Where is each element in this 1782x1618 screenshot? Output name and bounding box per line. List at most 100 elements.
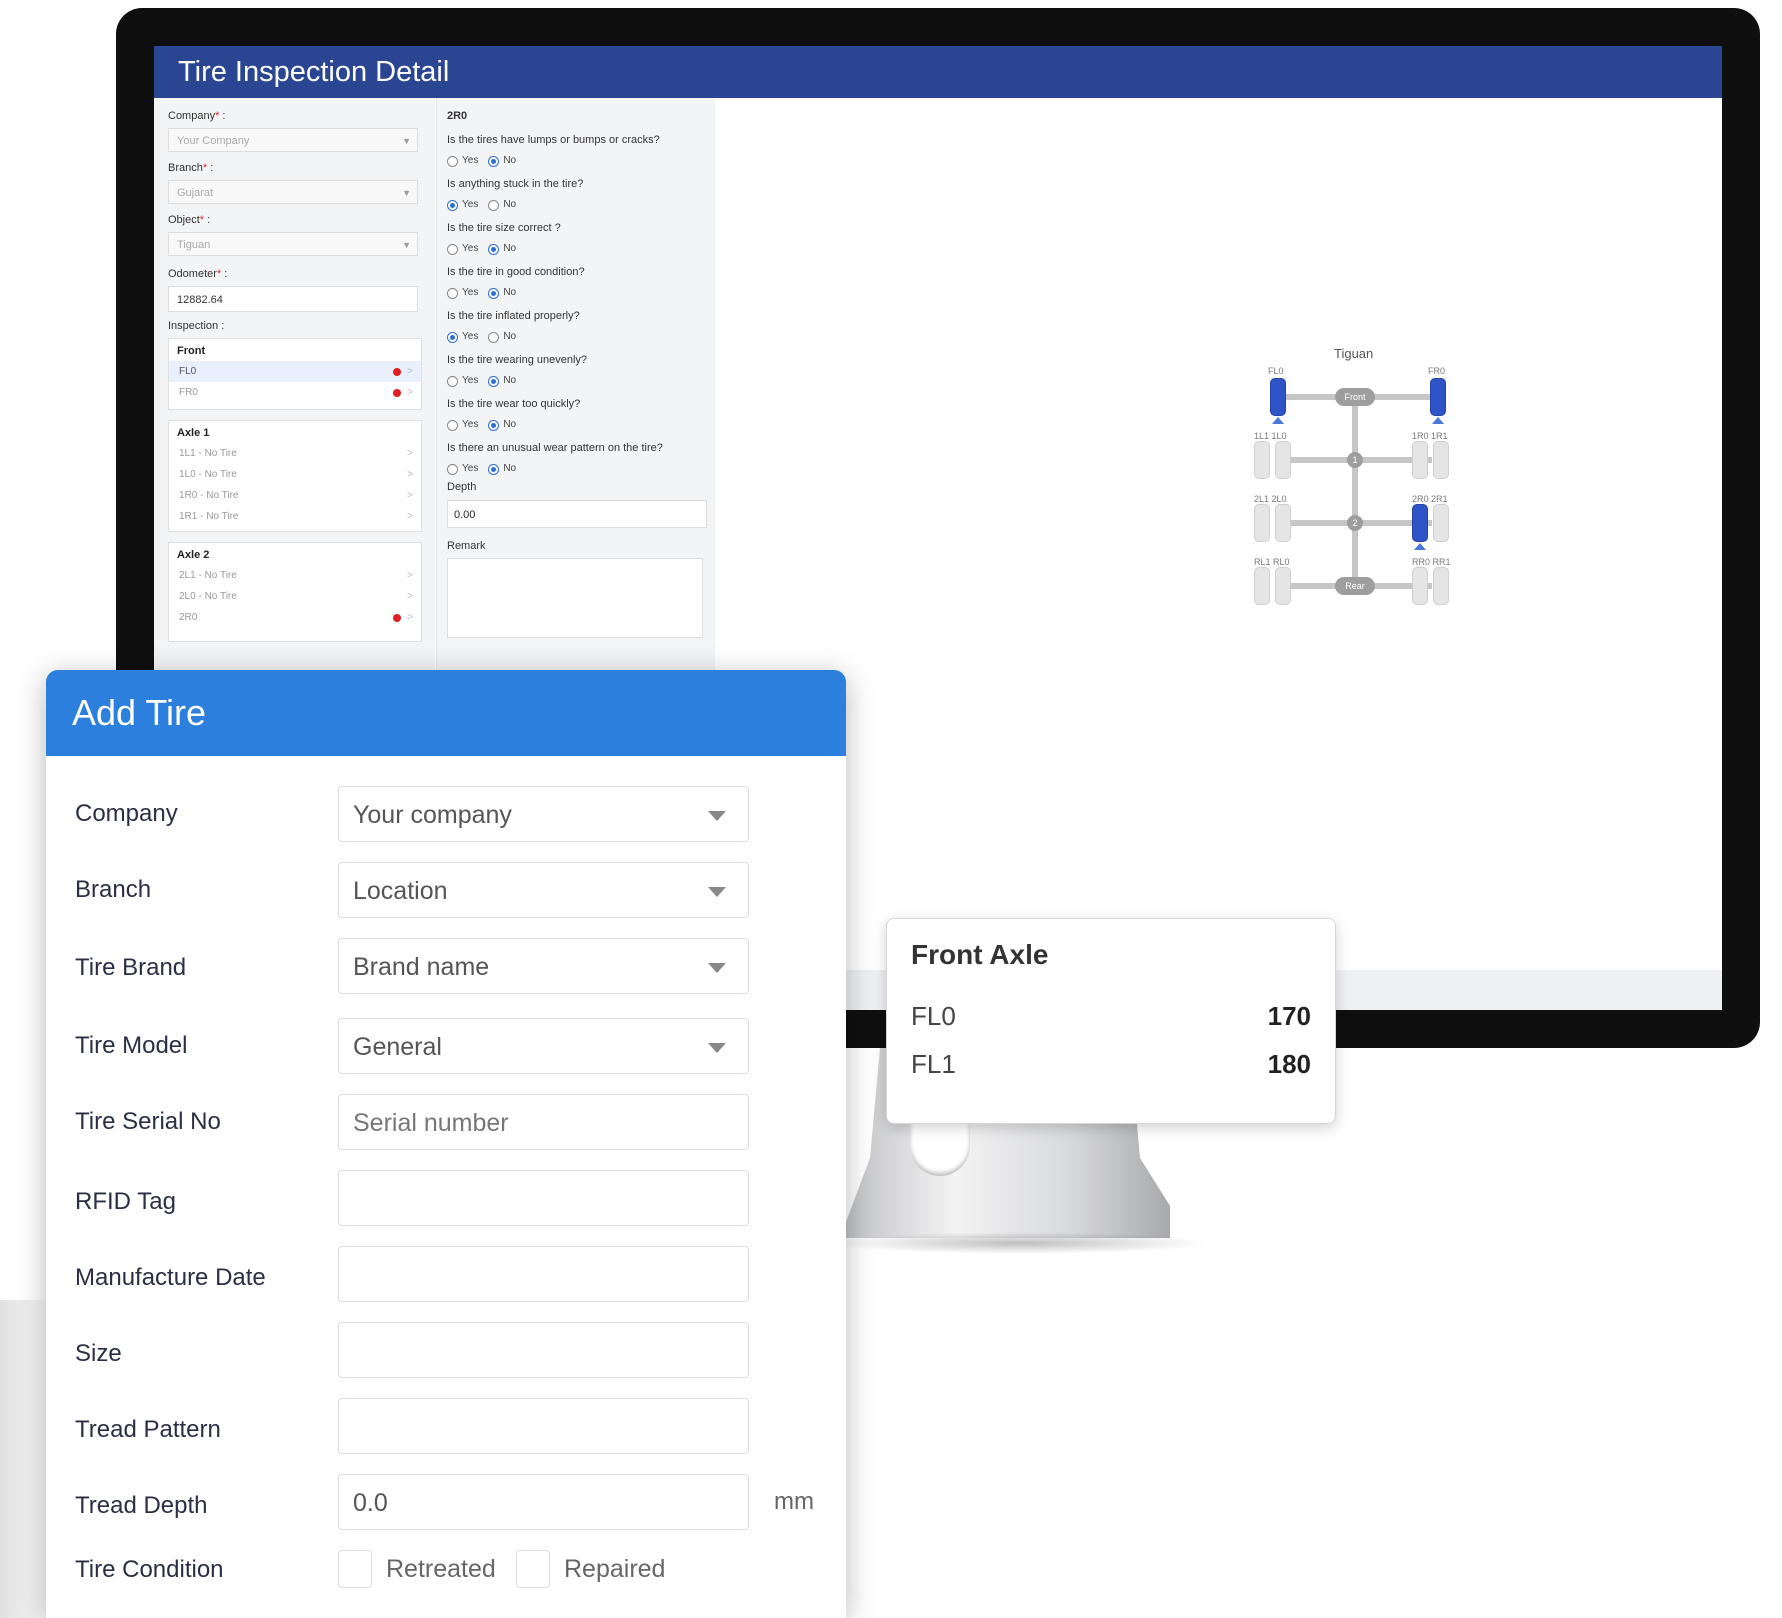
answer-radio-group: Yes No: [447, 238, 709, 260]
odometer-input[interactable]: 12882.64: [168, 286, 418, 312]
chevron-right-icon: >: [407, 511, 413, 522]
group-front: Front FL0 > FR0 >: [168, 338, 422, 410]
tread-pattern-input[interactable]: [338, 1398, 749, 1454]
no-radio[interactable]: [488, 243, 500, 255]
chevron-right-icon: >: [407, 469, 413, 480]
depth-label: Depth: [447, 481, 477, 493]
list-item[interactable]: 1L0 - No Tire >: [169, 464, 421, 485]
list-item[interactable]: 1L1 - No Tire >: [169, 443, 421, 464]
remark-label: Remark: [447, 540, 486, 552]
tire-rl0[interactable]: [1275, 567, 1291, 605]
chevron-down-icon: [708, 963, 726, 973]
inspection-question: Is anything stuck in the tire? Yes No: [447, 174, 709, 216]
answer-radio-group: Yes No: [447, 458, 709, 480]
company-dropdown[interactable]: Your company: [338, 786, 749, 842]
no-radio-label: No: [503, 287, 517, 298]
tire-1l0[interactable]: [1275, 441, 1291, 479]
repaired-label: Repaired: [564, 1555, 666, 1583]
add-tire-title: Add Tire: [46, 670, 846, 756]
tire-2l1[interactable]: [1254, 504, 1270, 542]
chevron-down-icon: [708, 887, 726, 897]
branch-select[interactable]: Gujarat ▼: [168, 180, 418, 204]
object-label: Object* :: [168, 214, 211, 226]
front-pill: Front: [1335, 388, 1375, 406]
no-radio-label: No: [503, 243, 517, 254]
answer-radio-group: Yes No: [447, 194, 709, 216]
diagram-label-fr0: FR0: [1428, 366, 1446, 376]
remark-textarea[interactable]: [447, 558, 703, 638]
list-item[interactable]: 1R0 - No Tire >: [169, 485, 421, 506]
yes-radio[interactable]: [447, 375, 458, 387]
tire-brand-dropdown[interactable]: Brand name: [338, 938, 749, 994]
no-radio[interactable]: [488, 199, 500, 211]
yes-radio[interactable]: [447, 331, 458, 343]
alert-dot-icon: [393, 614, 401, 622]
repaired-checkbox[interactable]: [516, 1550, 550, 1588]
tire-fr0[interactable]: [1430, 378, 1446, 416]
answer-radio-group: Yes No: [447, 150, 709, 172]
yes-radio[interactable]: [447, 419, 458, 431]
no-radio[interactable]: [488, 287, 500, 299]
question-text: Is the tire inflated properly?: [447, 310, 580, 322]
depth-input[interactable]: 0.00: [447, 500, 707, 528]
branch-dropdown[interactable]: Location: [338, 862, 749, 918]
yes-radio-label: Yes: [462, 419, 479, 430]
tire-rr1[interactable]: [1433, 567, 1449, 605]
chevron-down-icon: ▼: [402, 188, 411, 198]
inspection-question: Is there an unusual wear pattern on the …: [447, 438, 709, 480]
diagram-label-rear-right: RR0 RR1: [1412, 557, 1451, 567]
front-axle-card: Front Axle FL0 170 FL1 180: [886, 918, 1336, 1124]
tread-depth-unit: mm: [774, 1488, 814, 1515]
list-item[interactable]: FL0 >: [169, 361, 421, 382]
axle-row: FL0 170: [911, 1001, 1311, 1031]
tire-1l1[interactable]: [1254, 441, 1270, 479]
retreated-checkbox[interactable]: [338, 1550, 372, 1588]
yes-radio[interactable]: [447, 243, 458, 255]
tire-rr0[interactable]: [1412, 567, 1428, 605]
tire-model-dropdown[interactable]: General: [338, 1018, 749, 1074]
no-radio[interactable]: [488, 331, 500, 343]
list-item[interactable]: 2L1 - No Tire >: [169, 565, 421, 586]
company-field-label: Company: [75, 800, 178, 827]
diagram-label-rear-left: RL1 RL0: [1254, 557, 1290, 567]
tire-2r0[interactable]: [1412, 504, 1428, 542]
tire-layout-diagram: Tiguan FL0 FR0 Front 1L1 1L0 1R0 1R1 1 2…: [1244, 346, 1474, 616]
tire-fl0[interactable]: [1270, 378, 1286, 416]
tire-1r0[interactable]: [1412, 441, 1428, 479]
yes-radio-label: Yes: [462, 199, 479, 210]
question-text: Is the tire wear too quickly?: [447, 398, 581, 410]
tread-depth-input[interactable]: 0.0: [338, 1474, 749, 1530]
no-radio[interactable]: [488, 463, 500, 475]
yes-radio[interactable]: [447, 155, 458, 167]
list-item[interactable]: 2L0 - No Tire >: [169, 586, 421, 607]
pointer-icon: [1432, 417, 1444, 424]
no-radio[interactable]: [488, 375, 500, 387]
manufacture-date-input[interactable]: [338, 1246, 749, 1302]
chevron-right-icon: >: [407, 591, 413, 602]
tire-2l0[interactable]: [1275, 504, 1291, 542]
yes-radio[interactable]: [447, 287, 458, 299]
object-select[interactable]: Tiguan ▼: [168, 232, 418, 256]
alert-dot-icon: [393, 389, 401, 397]
rfid-tag-input[interactable]: [338, 1170, 749, 1226]
tire-rl1[interactable]: [1254, 567, 1270, 605]
answer-radio-group: Yes No: [447, 414, 709, 436]
size-input[interactable]: [338, 1322, 749, 1378]
list-item[interactable]: 1R1 - No Tire >: [169, 506, 421, 527]
company-select[interactable]: Your Company ▼: [168, 128, 418, 152]
axle-row-value: 180: [1267, 1049, 1311, 1079]
tire-2r1[interactable]: [1433, 504, 1449, 542]
list-item[interactable]: FR0 >: [169, 382, 421, 403]
chevron-right-icon: >: [407, 612, 413, 623]
axle-row-label: FL0: [911, 1001, 956, 1031]
position-label: 2R0: [447, 110, 468, 122]
list-item[interactable]: 2R0 >: [169, 607, 421, 628]
no-radio[interactable]: [488, 419, 500, 431]
no-radio[interactable]: [488, 155, 500, 167]
tire-serial-input[interactable]: Serial number: [338, 1094, 749, 1150]
tire-1r1[interactable]: [1433, 441, 1449, 479]
yes-radio[interactable]: [447, 463, 458, 475]
yes-radio[interactable]: [447, 199, 458, 211]
diagram-label-axle1-right: 1R0 1R1: [1412, 431, 1448, 441]
answer-radio-group: Yes No: [447, 282, 709, 304]
